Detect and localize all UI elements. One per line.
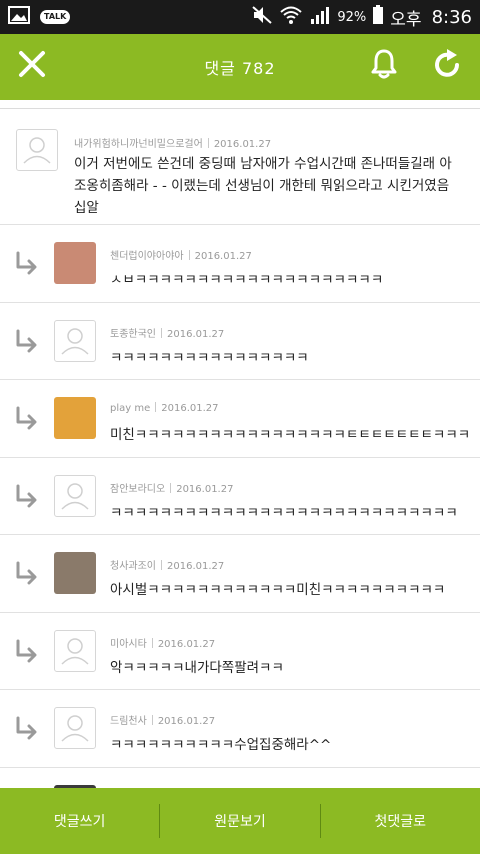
reply-arrow-icon: [14, 406, 40, 430]
reply-date: 2016.01.27: [157, 638, 216, 650]
reply-meta: 잠안보라디오 2016.01.27: [110, 480, 233, 495]
reply-date: 2016.01.27: [176, 483, 234, 495]
close-button[interactable]: [12, 46, 52, 86]
reply-text: 미친ㅋㅋㅋㅋㅋㅋㅋㅋㅋㅋㅋㅋㅋㅋㅋㅋㅋㅌㅌㅌㅌㅌㅌㅌㅋㅋㅋㅋ: [110, 427, 470, 443]
meta-separator: [155, 402, 157, 412]
reply-author: 잠안보라디오: [110, 483, 166, 495]
reply-item[interactable]: 잠안보라디오 2016.01.27 ㅋㅋㅋㅋㅋㅋㅋㅋㅋㅋㅋㅋㅋㅋㅋㅋㅋㅋㅋㅋㅋㅋㅋㅋ…: [0, 458, 480, 535]
reply-meta: 첸더럽이야아야아 2016.01.27: [110, 247, 252, 262]
status-ampm: 오후: [390, 9, 422, 30]
reply-item[interactable]: 드림천사 2016.01.27 ㅋㅋㅋㅋㅋㅋㅋㅋㅋㅋ수업집중해라^^: [0, 690, 480, 768]
user-avatar: [54, 397, 96, 439]
reply-item[interactable]: play me 2016.01.27 미친ㅋㅋㅋㅋㅋㅋㅋㅋㅋㅋㅋㅋㅋㅋㅋㅋㅋㅌㅌㅌㅌ…: [0, 380, 480, 458]
meta-separator: [151, 715, 153, 725]
reply-author: 토종한국인: [110, 328, 156, 340]
reply-meta: 청사과조이 2016.01.27: [110, 557, 224, 572]
reply-author: play me: [110, 403, 151, 414]
view-original-button[interactable]: 원문보기: [160, 788, 319, 854]
refresh-button[interactable]: [428, 46, 468, 86]
meta-separator: [161, 327, 162, 338]
reply-date: 2016.01.27: [167, 328, 225, 340]
reply-author: 드림천사: [110, 716, 147, 727]
reply-arrow-icon: [14, 251, 40, 275]
user-avatar: [54, 242, 96, 284]
default-avatar-icon: [54, 474, 96, 517]
reply-arrow-icon: [14, 639, 40, 663]
refresh-icon: [433, 48, 463, 84]
reply-arrow-icon: [14, 716, 40, 740]
meta-separator: [151, 637, 153, 648]
write-comment-button[interactable]: 댓글쓰기: [0, 788, 159, 854]
default-avatar-icon: [16, 129, 58, 171]
reply-item[interactable]: [0, 768, 480, 788]
comment-date: 2016.01.27: [213, 139, 272, 150]
reply-text: 악ㅋㅋㅋㅋㅋ내가다쪽팔려ㅋㅋ: [110, 659, 284, 676]
wifi-icon: [279, 5, 303, 29]
kakaotalk-notification-icon: TALK: [40, 10, 71, 24]
reply-meta: 미아시타 2016.01.27: [110, 635, 215, 650]
battery-percent: 92%: [337, 9, 367, 25]
reply-arrow-icon: [14, 484, 40, 508]
reply-date: 2016.01.27: [167, 561, 225, 572]
page-title: 댓글 782: [204, 59, 276, 78]
default-avatar-icon: [54, 707, 96, 749]
battery-icon: [372, 5, 384, 29]
mute-icon: [251, 5, 273, 29]
notification-button[interactable]: [364, 46, 404, 86]
user-avatar: [54, 552, 96, 594]
comment-author: 내가위험하니까넌비밀으로걸어: [74, 139, 203, 150]
reply-author: 청사과조이: [110, 561, 156, 572]
reply-text: ㅋㅋㅋㅋㅋㅋㅋㅋㅋㅋㅋㅋㅋㅋㅋㅋ: [110, 349, 309, 366]
reply-meta: play me 2016.01.27: [110, 402, 219, 414]
reply-item[interactable]: 첸더럽이야아야아 2016.01.27 ㅅㅂㅋㅋㅋㅋㅋㅋㅋㅋㅋㅋㅋㅋㅋㅋㅋㅋㅋㅋㅋㅋ: [0, 225, 480, 303]
app-header: 댓글 782: [0, 34, 480, 100]
bottom-action-bar: 댓글쓰기 원문보기 첫댓글로: [0, 788, 480, 854]
reply-item[interactable]: 청사과조이 2016.01.27 아시벌ㅋㅋㅋㅋㅋㅋㅋㅋㅋㅋㅋㅋ미친ㅋㅋㅋㅋㅋㅋㅋㅋ…: [0, 535, 480, 613]
comment-list[interactable]: 내가위험하니까넌비밀으로걸어 2016.01.27 이거 저번에도 쓴건데 중딩때…: [0, 100, 480, 788]
list-top-edge: [0, 100, 480, 109]
bell-icon: [369, 48, 399, 84]
reply-date: 2016.01.27: [194, 251, 252, 262]
reply-meta: 토종한국인 2016.01.27: [110, 325, 224, 340]
default-avatar-icon: [54, 319, 96, 362]
meta-separator: [188, 250, 190, 260]
comment-text: 이거 저번에도 쓴건데 중딩때 남자애가 수업시간때 존나떠들길래 아조옹히좀해…: [74, 156, 452, 216]
reply-item[interactable]: 미아시타 2016.01.27 악ㅋㅋㅋㅋㅋ내가다쪽팔려ㅋㅋ: [0, 613, 480, 690]
reply-arrow-icon: [14, 329, 40, 353]
meta-separator: [161, 560, 162, 570]
reply-text: ㅋㅋㅋㅋㅋㅋㅋㅋㅋㅋㅋㅋㅋㅋㅋㅋㅋㅋㅋㅋㅋㅋㅋㅋㅋㅋㅋㅋ: [110, 504, 458, 521]
reply-date: 2016.01.27: [157, 716, 216, 727]
comment-meta: 내가위험하니까넌비밀으로걸어 2016.01.27: [74, 135, 271, 150]
reply-author: 첸더럽이야아야아: [110, 251, 184, 262]
reply-date: 2016.01.27: [161, 403, 219, 414]
signal-icon: [309, 5, 331, 29]
reply-meta: 드림천사 2016.01.27: [110, 712, 215, 727]
comment-item[interactable]: 내가위험하니까넌비밀으로걸어 2016.01.27 이거 저번에도 쓴건데 중딩때…: [0, 109, 480, 225]
status-bar: TALK 92% 오후 8:36: [0, 0, 480, 34]
reply-text: ㅋㅋㅋㅋㅋㅋㅋㅋㅋㅋ수업집중해라^^: [110, 737, 332, 753]
first-comment-button[interactable]: 첫댓글로: [321, 788, 480, 854]
reply-text: ㅅㅂㅋㅋㅋㅋㅋㅋㅋㅋㅋㅋㅋㅋㅋㅋㅋㅋㅋㅋㅋㅋ: [110, 272, 384, 288]
default-avatar-icon: [54, 629, 96, 672]
reply-text: 아시벌ㅋㅋㅋㅋㅋㅋㅋㅋㅋㅋㅋㅋ미친ㅋㅋㅋㅋㅋㅋㅋㅋㅋㅋ: [110, 582, 446, 598]
meta-separator: [170, 482, 172, 493]
close-icon: [17, 49, 47, 83]
gallery-notification-icon: [8, 6, 30, 28]
reply-arrow-icon: [14, 561, 40, 585]
reply-author: 미아시타: [110, 638, 147, 650]
reply-item[interactable]: 토종한국인 2016.01.27 ㅋㅋㅋㅋㅋㅋㅋㅋㅋㅋㅋㅋㅋㅋㅋㅋ: [0, 303, 480, 380]
status-time: 8:36: [431, 6, 472, 28]
